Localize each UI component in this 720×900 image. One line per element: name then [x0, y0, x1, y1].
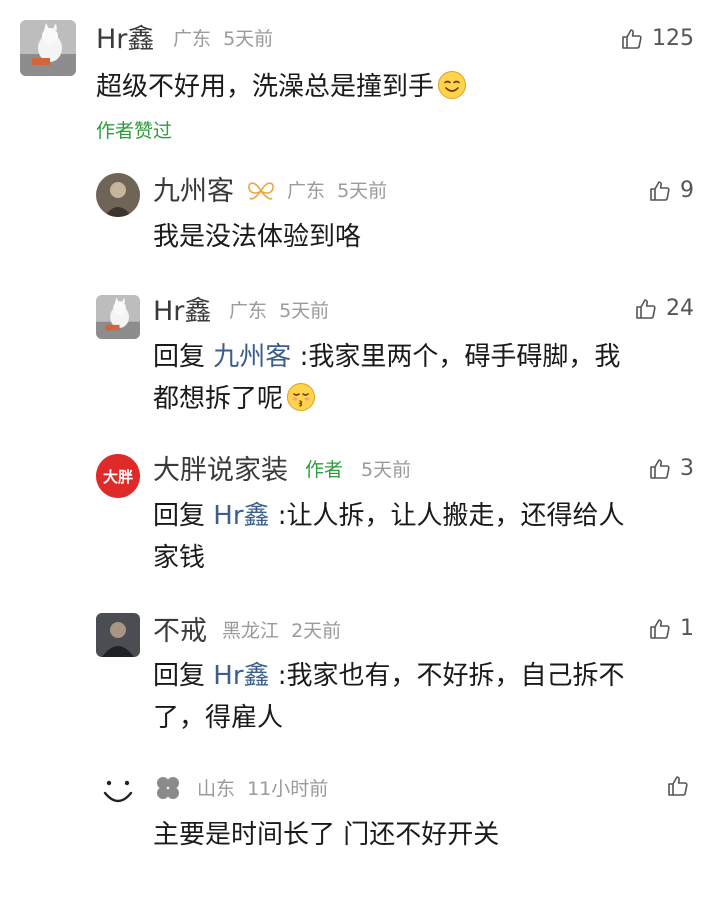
thumbs-up-icon — [648, 179, 672, 203]
avatar-text: 大胖 — [103, 468, 133, 486]
comment-meta: 黑龙江 2天前 — [222, 622, 341, 641]
comment-body-line: 都想拆了呢 — [153, 384, 284, 414]
comment-text: 我是没法体验到咯 — [153, 222, 362, 252]
comment-time: 5天前 — [279, 300, 330, 322]
reply-mention-link[interactable]: 九州客 — [213, 342, 291, 372]
portrait-avatar-icon — [96, 173, 140, 217]
comment-body-line: :让人拆，让人搬走，还得给人 — [277, 501, 625, 531]
cat-avatar-icon — [96, 295, 140, 339]
smiley-face-icon — [103, 780, 133, 803]
author-logo-icon: 大胖 — [96, 454, 140, 498]
butterfly-badge-icon — [248, 182, 274, 200]
like-button[interactable]: 125 — [620, 26, 694, 52]
like-count: 1 — [680, 616, 694, 641]
reply-mention-link[interactable]: Hr鑫 — [213, 661, 269, 691]
like-button[interactable]: 24 — [634, 296, 694, 322]
smile-emoji-icon — [438, 71, 467, 99]
like-count: 3 — [680, 456, 694, 481]
comment-meta: 广东 5天前 — [287, 182, 387, 201]
comment-username[interactable]: Hr鑫 — [153, 298, 211, 325]
reply-prefix: 回复 — [153, 661, 206, 691]
like-button[interactable]: 1 — [648, 616, 694, 642]
comment-location: 广东 — [229, 300, 268, 322]
clover-avatar-icon[interactable] — [154, 774, 182, 802]
reply-prefix: 回复 — [153, 342, 206, 372]
thumbs-up-icon — [620, 27, 644, 51]
like-button[interactable] — [666, 773, 690, 799]
comment-time: 5天前 — [223, 28, 274, 50]
thumbs-up-icon — [648, 457, 672, 481]
like-count: 24 — [666, 296, 694, 321]
comment-username[interactable]: Hr鑫 — [96, 26, 154, 53]
comment-location: 山东 — [197, 778, 236, 800]
comment-text: 回复 Hr鑫 :让人拆，让人搬走，还得给人 — [153, 495, 625, 537]
comment-text: 主要是时间长了 门还不好开关 — [153, 820, 500, 850]
comment-time: 11小时前 — [247, 778, 329, 800]
thumbs-up-icon — [634, 297, 658, 321]
reply-prefix: 回复 — [153, 501, 206, 531]
comment-text: 回复 九州客 :我家里两个，碍手碍脚，我 — [153, 336, 620, 378]
comment-time: 2天前 — [291, 620, 342, 642]
like-count: 125 — [652, 26, 694, 51]
comment-body-line: :我家也有，不好拆，自己拆不 — [277, 661, 625, 691]
comment-meta: 山东 11小时前 — [197, 780, 328, 799]
avatar[interactable] — [20, 20, 76, 76]
comment-meta: 广东 5天前 — [229, 302, 329, 321]
like-button[interactable]: 9 — [648, 178, 694, 204]
comment-text-continued: 了，得雇人 — [153, 703, 284, 733]
like-count: 9 — [680, 178, 694, 203]
comment-text-continued: 家钱 — [153, 543, 206, 573]
comment-text: 回复 Hr鑫 :我家也有，不好拆，自己拆不 — [153, 655, 625, 697]
comment-username[interactable]: 九州客 — [153, 178, 234, 205]
thumbs-up-icon — [648, 617, 672, 641]
comment-thread: Hr鑫 广东 5天前 125 超级不好用，洗澡总是撞到手 作者赞过 九州客 广东… — [0, 0, 720, 900]
comment-text: 超级不好用，洗澡总是撞到手 — [96, 66, 467, 108]
comment-username[interactable]: 大胖说家装 — [153, 457, 288, 484]
portrait-avatar-icon — [96, 613, 140, 657]
comment-body-line: :我家里两个，碍手碍脚，我 — [299, 342, 621, 372]
cat-avatar-icon — [20, 20, 76, 76]
comment-body: 超级不好用，洗澡总是撞到手 — [96, 72, 435, 102]
comment-location: 广东 — [173, 28, 212, 50]
avatar[interactable]: 大胖 — [96, 454, 140, 498]
comment-time: 5天前 — [361, 459, 412, 481]
comment-text-continued: 都想拆了呢 — [153, 378, 316, 420]
avatar[interactable] — [96, 295, 140, 339]
author-tag-badge: 作者 — [305, 459, 344, 481]
comment-username[interactable]: 不戒 — [153, 618, 207, 645]
kissing-emoji-icon — [287, 383, 316, 411]
author-liked-badge: 作者赞过 — [96, 120, 173, 142]
avatar[interactable] — [96, 613, 140, 657]
comment-time: 5天前 — [337, 180, 388, 202]
comment-location: 黑龙江 — [222, 620, 280, 642]
comment-location: 广东 — [287, 180, 326, 202]
thumbs-up-icon — [666, 774, 690, 798]
reply-mention-link[interactable]: Hr鑫 — [213, 501, 269, 531]
comment-meta: 广东 5天前 — [173, 30, 273, 49]
like-button[interactable]: 3 — [648, 456, 694, 482]
avatar[interactable] — [96, 173, 140, 217]
